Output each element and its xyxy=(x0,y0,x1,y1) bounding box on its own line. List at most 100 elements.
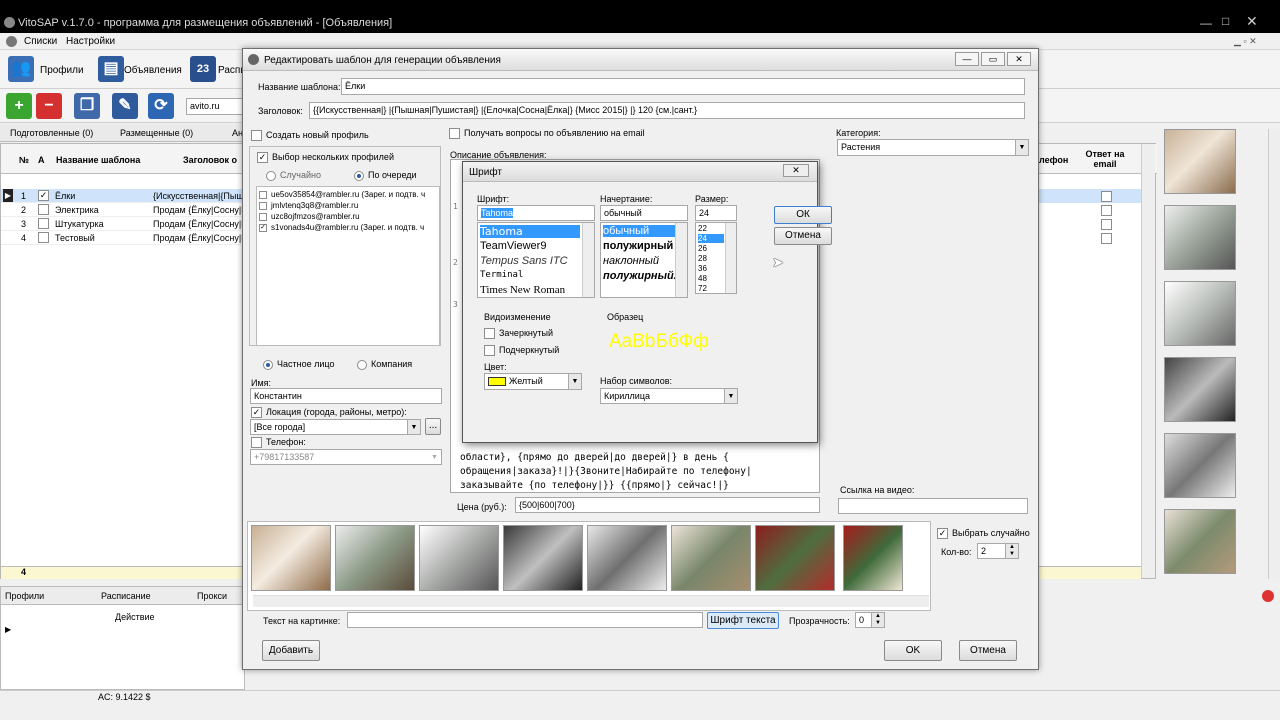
ok-button[interactable]: OK xyxy=(884,640,942,661)
col-template-name[interactable]: Название шаблона xyxy=(56,155,140,165)
list-item[interactable]: 26 xyxy=(698,244,707,253)
list-item[interactable]: ✓ s1vonads4u@rambler.ru (Зарег. и подтв. … xyxy=(259,223,424,232)
profiles-button[interactable]: Профили xyxy=(40,65,84,76)
window-close-icon[interactable]: ✕ xyxy=(1246,13,1258,30)
location-select[interactable]: [Все города] ▼ xyxy=(250,419,421,435)
ads-button[interactable]: Объявления xyxy=(124,65,182,76)
thumbnail-image[interactable] xyxy=(1164,281,1236,346)
random-radio[interactable]: Случайно xyxy=(266,170,321,181)
maximize-icon[interactable]: ▭ xyxy=(981,52,1005,66)
profiles-list[interactable]: ue5ov35854@rambler.ru (Зарег. и подтв. ч… xyxy=(256,186,440,346)
photo-image[interactable] xyxy=(671,525,751,591)
underline-checkbox[interactable]: Подчеркнутый xyxy=(484,345,559,357)
menu-settings[interactable]: Настройки xyxy=(66,36,115,47)
list-item[interactable]: 36 xyxy=(698,264,707,273)
mdi-controls[interactable]: ▁ ▫ ✕ xyxy=(1234,36,1257,47)
tab-posted[interactable]: Размещенные (0) xyxy=(120,128,193,138)
thumbnail-image[interactable] xyxy=(1164,357,1236,422)
row-active-checkbox[interactable] xyxy=(38,232,49,243)
col-num[interactable]: № xyxy=(19,155,29,165)
create-profile-checkbox[interactable]: Создать новый профиль xyxy=(251,130,369,142)
vertical-scrollbar[interactable] xyxy=(1141,144,1155,578)
list-item[interactable]: ue5ov35854@rambler.ru (Зарег. и подтв. ч xyxy=(259,190,425,199)
minimize-icon[interactable]: — xyxy=(955,52,979,66)
vertical-scrollbar[interactable] xyxy=(675,223,687,297)
vertical-scrollbar[interactable] xyxy=(1268,129,1280,579)
color-select[interactable]: Желтый ▼ xyxy=(484,373,582,390)
remove-icon[interactable]: − xyxy=(36,93,62,119)
photo-image[interactable] xyxy=(335,525,415,591)
video-link-input[interactable] xyxy=(838,498,1028,514)
profiles-icon[interactable]: 👥 xyxy=(8,56,34,82)
template-name-input[interactable]: Ёлки xyxy=(341,78,1025,95)
refresh-icon[interactable]: ⟳ xyxy=(148,93,174,119)
thumbnail-image[interactable] xyxy=(1164,129,1236,194)
style-list[interactable]: обычный полужирный наклонный полужирный.… xyxy=(600,222,688,298)
site-select[interactable]: avito.ru xyxy=(186,98,246,115)
font-ok-button[interactable]: ОК xyxy=(774,206,832,224)
edit-icon[interactable]: ✎ xyxy=(112,93,138,119)
tab-prepared[interactable]: Подготовленные (0) xyxy=(10,128,93,138)
photo-image[interactable] xyxy=(755,525,835,591)
font-text-button[interactable]: Шрифт текста xyxy=(707,612,779,629)
cancel-button[interactable]: Отмена xyxy=(959,640,1017,661)
list-item[interactable]: обычный xyxy=(603,225,675,237)
strikeout-checkbox[interactable]: Зачеркнутый xyxy=(484,328,553,340)
copy-icon[interactable]: ❐ xyxy=(74,93,100,119)
menu-lists[interactable]: Списки xyxy=(24,36,57,47)
calendar-icon[interactable]: 23 xyxy=(190,56,216,82)
company-radio[interactable]: Компания xyxy=(357,359,412,370)
list-item[interactable]: 72 xyxy=(698,284,707,293)
multi-profiles-checkbox[interactable]: ✓ Выбор нескольких профилей xyxy=(257,152,394,164)
opacity-stepper[interactable]: 0 ▲ ▼ xyxy=(855,612,885,628)
price-input[interactable]: {500|600|700} xyxy=(515,497,820,513)
table-row[interactable]: 4 Тестовый Продам {Ёлку|Сосну|Е xyxy=(1,231,246,245)
thumbnail-image[interactable] xyxy=(1164,205,1236,270)
person-name-input[interactable]: Константин xyxy=(250,388,442,404)
photo-image[interactable] xyxy=(587,525,667,591)
list-item[interactable]: 24 xyxy=(698,234,724,243)
list-item[interactable]: Tahoma xyxy=(480,225,580,238)
email-reply-checkbox[interactable] xyxy=(1101,191,1112,202)
window-minimize-icon[interactable]: — xyxy=(1200,16,1212,30)
list-item[interactable]: uzc8ojfmzos@rambler.ru xyxy=(259,212,360,221)
col-phone[interactable]: лефон xyxy=(1039,155,1068,165)
list-item[interactable]: Times New Roman xyxy=(480,284,565,296)
text-on-picture-input[interactable] xyxy=(347,612,703,628)
horizontal-scrollbar[interactable] xyxy=(253,595,929,607)
window-maximize-icon[interactable]: □ xyxy=(1222,14,1229,28)
row-active-checkbox[interactable] xyxy=(38,218,49,229)
location-checkbox[interactable]: ✓ Локация (города, районы, метро): xyxy=(251,407,407,419)
table-row[interactable]: 3 Штукатурка Продам {Ёлку|Сосну|Е xyxy=(1,217,246,231)
stepper-arrows-icon[interactable]: ▲ ▼ xyxy=(1005,544,1018,558)
list-item[interactable]: наклонный xyxy=(603,255,659,267)
stepper-arrows-icon[interactable]: ▲ ▼ xyxy=(871,613,884,627)
row-active-checkbox[interactable]: ✓ xyxy=(38,190,49,201)
email-reply-checkbox[interactable] xyxy=(1101,205,1112,216)
tab-profiles[interactable]: Профили xyxy=(5,591,44,601)
style-input[interactable]: обычный xyxy=(600,205,688,221)
charset-select[interactable]: Кириллица ▼ xyxy=(600,388,738,404)
in-turn-radio[interactable]: По очереди xyxy=(354,170,417,181)
col-action[interactable]: Действие xyxy=(115,612,155,622)
private-person-radio[interactable]: Частное лицо xyxy=(263,359,334,370)
vertical-scrollbar[interactable] xyxy=(582,223,594,297)
row-active-checkbox[interactable] xyxy=(38,204,49,215)
error-icon[interactable] xyxy=(1262,590,1274,602)
thumbnail-image[interactable] xyxy=(1164,509,1236,574)
col-email-reply[interactable]: Ответ на email xyxy=(1081,149,1129,169)
col-active[interactable]: А xyxy=(38,155,45,165)
list-item[interactable]: 48 xyxy=(698,274,707,283)
list-item[interactable]: Terminal xyxy=(480,270,523,280)
list-item[interactable]: 22 xyxy=(698,224,707,233)
tab-schedule[interactable]: Расписание xyxy=(101,591,151,601)
get-questions-checkbox[interactable]: Получать вопросы по объявлению на email xyxy=(449,128,645,140)
list-item[interactable]: Tempus Sans ITC xyxy=(480,255,568,267)
phone-input[interactable]: +79817133587 ▼ xyxy=(250,449,442,465)
font-name-input[interactable]: Tahoma xyxy=(477,205,595,221)
photo-image[interactable] xyxy=(843,525,903,591)
tab-proxy[interactable]: Прокси xyxy=(197,591,227,601)
col-title[interactable]: Заголовок о xyxy=(183,155,237,165)
photo-image[interactable] xyxy=(251,525,331,591)
vertical-scrollbar[interactable] xyxy=(725,223,736,293)
